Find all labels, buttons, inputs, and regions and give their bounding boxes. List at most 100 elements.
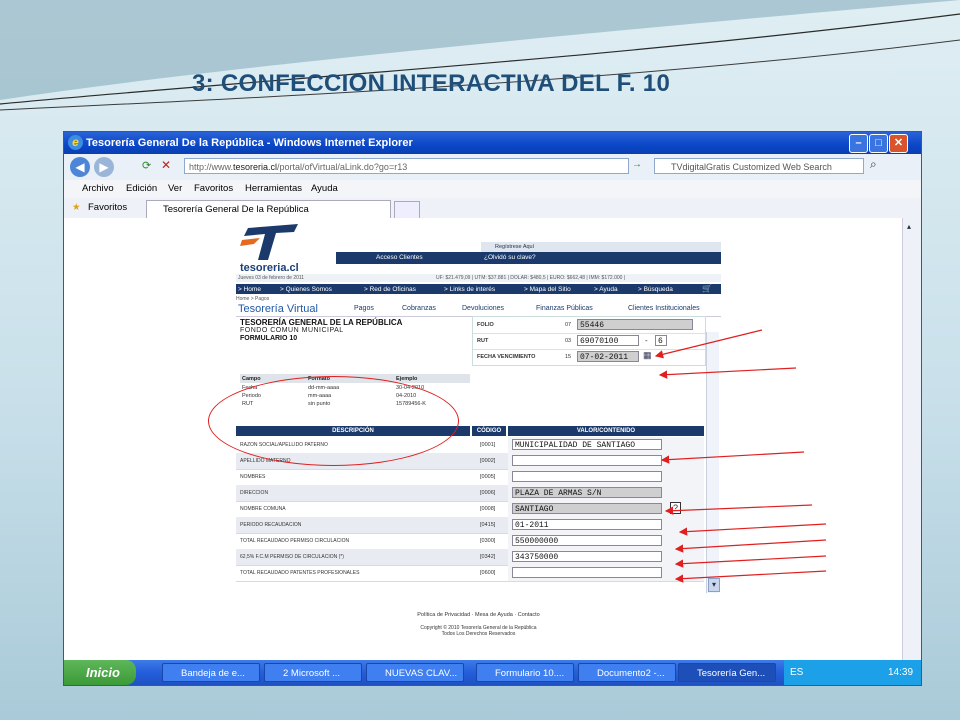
table-row: PERIODO RECAUDACION [0415] 01-2011: [236, 517, 704, 534]
nav-links[interactable]: > Links de interés: [444, 286, 495, 293]
new-tab-button[interactable]: [394, 201, 420, 219]
help-icon[interactable]: ?: [670, 502, 681, 514]
link-finanzas[interactable]: Finanzas Públicas: [536, 305, 593, 312]
footer-links[interactable]: Política de Privacidad · Mesa de Ayuda ·…: [236, 612, 721, 618]
razon-social-field[interactable]: MUNICIPALIDAD DE SANTIAGO: [512, 439, 662, 450]
favorites-button[interactable]: Favoritos: [88, 202, 127, 213]
value-cell: [508, 453, 704, 469]
folio-field[interactable]: 55446: [577, 319, 693, 330]
nav-home[interactable]: > Home: [238, 286, 261, 293]
menu-ayuda[interactable]: Ayuda: [311, 183, 338, 194]
close-button[interactable]: ✕: [889, 134, 908, 153]
patentes-field[interactable]: [512, 567, 662, 578]
row-code: [0415]: [480, 522, 496, 528]
search-icon[interactable]: ⌕: [870, 157, 877, 172]
row-code: [0008]: [480, 506, 496, 512]
rights: Todos Los Derechos Reservados: [441, 631, 516, 637]
menu-herramientas[interactable]: Herramientas: [245, 183, 302, 194]
periodo-field[interactable]: 01-2011: [512, 519, 662, 530]
rut-dash: -: [645, 336, 648, 345]
row-code: [0300]: [480, 538, 496, 544]
row-code: [0005]: [480, 474, 496, 480]
nav-busqueda[interactable]: > Búsqueda: [638, 286, 673, 293]
indicators: UF: $21.479,09 | UTM: $37.881 | DOLAR: $…: [436, 275, 626, 281]
rut-field[interactable]: 69070100: [577, 335, 639, 346]
search-input[interactable]: TVdigitalGratis Customized Web Search: [654, 158, 864, 174]
nav-ayuda[interactable]: > Ayuda: [594, 286, 618, 293]
taskbar-item[interactable]: 2 Microsoft ...: [264, 663, 362, 682]
calendar-icon[interactable]: ▦: [643, 350, 652, 361]
link-cobranzas[interactable]: Cobranzas: [402, 305, 436, 312]
comuna-field[interactable]: SANTIAGO: [512, 503, 662, 514]
link-devoluciones[interactable]: Devoluciones: [462, 305, 504, 312]
browser-screenshot: e Tesorería General De la República - Wi…: [63, 131, 922, 686]
url-prefix: http://www.: [189, 162, 234, 172]
taskbar-item[interactable]: Bandeja de e...: [162, 663, 260, 682]
row-desc: TOTAL RECAUDADO PERMISO CIRCULACION: [240, 538, 350, 544]
minimize-button[interactable]: –: [849, 134, 868, 153]
url-domain: tesoreria.cl: [233, 162, 278, 172]
folio-label: FOLIO: [477, 322, 494, 328]
register-link[interactable]: Regístrese Aquí: [481, 242, 721, 252]
client-access-bar: Acceso Clientes ¿Olvidó su clave?: [336, 252, 721, 264]
taskbar-item[interactable]: Documento2 -...: [578, 663, 676, 682]
row-desc: TOTAL RECAUDADO PATENTES PROFESIONALES: [240, 570, 360, 576]
stop-icon[interactable]: ✕: [161, 158, 171, 172]
refresh-icon[interactable]: ⟳: [142, 159, 151, 172]
rut-dv-field[interactable]: 6: [655, 335, 667, 346]
value-cell: [508, 469, 704, 485]
menu-favoritos[interactable]: Favoritos: [194, 183, 233, 194]
annotation-circle: [208, 376, 459, 466]
info-strip: Jueves 03 de febrero de 2011 UF: $21.479…: [236, 274, 721, 282]
taskbar-item[interactable]: NUEVAS CLAV...: [366, 663, 464, 682]
address-bar: ◀ ▶ ⟳ ✕ http://www.tesoreria.cl/portal/o…: [64, 154, 921, 181]
apellido-materno-field[interactable]: [512, 455, 662, 466]
access-clients-label: Acceso Clientes: [376, 254, 423, 261]
fcm-field[interactable]: 343750000: [512, 551, 662, 562]
scroll-up-icon[interactable]: ▴: [907, 222, 911, 231]
taskbar-item[interactable]: Formulario 10....: [476, 663, 574, 682]
rut-code: 03: [565, 338, 572, 344]
table-row: 62,5% F.C.M PERMISO DE CIRCULACION (*) […: [236, 549, 704, 566]
nav-mapa[interactable]: > Mapa del Sitio: [524, 286, 571, 293]
maximize-button[interactable]: □: [869, 134, 888, 153]
url-input[interactable]: http://www.tesoreria.cl/portal/ofVirtual…: [184, 158, 629, 174]
fecha-field[interactable]: 07-02-2011: [577, 351, 639, 362]
value-cell: PLAZA DE ARMAS S/N: [508, 485, 704, 501]
site-nav: > Home > Quienes Somos > Red de Oficinas…: [236, 284, 721, 294]
nombres-field[interactable]: [512, 471, 662, 482]
tab-tesoreria[interactable]: Tesorería General De la República: [146, 200, 391, 218]
back-icon[interactable]: ◀: [70, 157, 90, 177]
row-code: [0006]: [480, 490, 496, 496]
url-path: /portal/ofVirtual/aLink.do?go=r13: [277, 162, 408, 172]
menu-ver[interactable]: Ver: [168, 183, 182, 194]
cart-icon[interactable]: 🛒: [702, 284, 712, 293]
menu-archivo[interactable]: Archivo: [82, 183, 114, 194]
start-button[interactable]: Inicio: [64, 660, 136, 685]
th-valor: VALOR/CONTENIDO: [508, 426, 704, 436]
forward-icon[interactable]: ▶: [94, 157, 114, 177]
value-cell: [508, 565, 704, 581]
browser-scrollbar[interactable]: ▴: [902, 218, 921, 660]
nav-quienes-somos[interactable]: > Quienes Somos: [280, 286, 332, 293]
inner-scrollbar[interactable]: ▾: [706, 332, 720, 593]
go-icon[interactable]: →: [632, 159, 642, 170]
form-header-3: FORMULARIO 10: [240, 335, 298, 342]
language-indicator[interactable]: ES: [790, 660, 803, 685]
favorites-bar: ★ Favoritos Tesorería General De la Repú…: [64, 198, 921, 219]
link-clientes[interactable]: Clientes Institucionales: [628, 305, 700, 312]
logo-text: tesoreria.cl: [240, 262, 299, 274]
row-desc: NOMBRES: [240, 474, 266, 480]
link-pagos[interactable]: Pagos: [354, 305, 374, 312]
menu-edicion[interactable]: Edición: [126, 183, 157, 194]
taskbar-item-active[interactable]: Tesorería Gen...: [678, 663, 776, 682]
scroll-down-icon[interactable]: ▾: [708, 578, 720, 592]
total-permiso-field[interactable]: 550000000: [512, 535, 662, 546]
nav-red-oficinas[interactable]: > Red de Oficinas: [364, 286, 416, 293]
table-row: DIRECCION [0006] PLAZA DE ARMAS S/N: [236, 485, 704, 502]
table-row: NOMBRE COMUNA [0008] SANTIAGO ?: [236, 501, 704, 518]
taskbar: Inicio Bandeja de e... 2 Microsoft ... N…: [64, 660, 921, 685]
fecha-label: FECHA VENCIMIENTO: [477, 354, 536, 360]
forgot-key-link[interactable]: ¿Olvidó su clave?: [484, 254, 536, 261]
direccion-field[interactable]: PLAZA DE ARMAS S/N: [512, 487, 662, 498]
